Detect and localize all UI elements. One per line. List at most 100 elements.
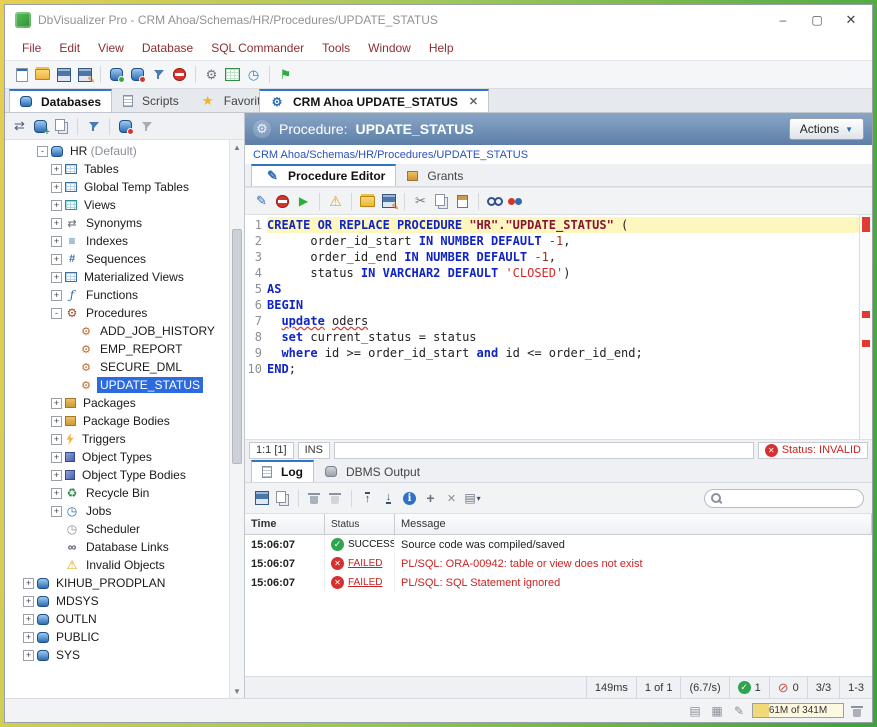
column-header-status[interactable]: Status bbox=[325, 514, 395, 534]
error-overview-strip[interactable] bbox=[859, 215, 872, 439]
cut-icon[interactable] bbox=[411, 192, 430, 211]
expand-toggle[interactable]: + bbox=[51, 470, 62, 481]
stop-icon[interactable] bbox=[170, 65, 189, 84]
tree-item-scheduler[interactable]: Scheduler bbox=[5, 520, 229, 538]
export-icon[interactable] bbox=[252, 489, 271, 508]
delete-all-icon[interactable] bbox=[326, 489, 345, 508]
expand-toggle[interactable]: + bbox=[23, 596, 34, 607]
expand-toggle[interactable]: + bbox=[23, 650, 34, 661]
expand-toggle[interactable]: + bbox=[51, 236, 62, 247]
tree-item-invalid-objects[interactable]: Invalid Objects bbox=[5, 556, 229, 574]
error-mark[interactable] bbox=[862, 340, 870, 347]
log-table-header[interactable]: Time Status Message bbox=[245, 514, 872, 535]
menu-window[interactable]: Window bbox=[359, 37, 420, 59]
code-line-10[interactable]: 10END; bbox=[245, 361, 859, 377]
connections-icon[interactable] bbox=[12, 65, 31, 84]
expand-toggle[interactable]: + bbox=[23, 578, 34, 589]
schedule-icon[interactable] bbox=[244, 65, 263, 84]
alerts-icon[interactable] bbox=[326, 192, 345, 211]
scroll-down-icon[interactable]: ▼ bbox=[230, 684, 244, 698]
stop-icon[interactable] bbox=[273, 192, 292, 211]
tree-item-update-status[interactable]: UPDATE_STATUS bbox=[5, 376, 229, 394]
actions-button[interactable]: Actions bbox=[789, 118, 864, 140]
titlebar[interactable]: DbVisualizer Pro - CRM Ahoa/Schemas/HR/P… bbox=[5, 5, 872, 35]
expand-toggle[interactable]: + bbox=[23, 614, 34, 625]
maximize-button[interactable]: ▢ bbox=[800, 7, 834, 33]
code-line-9[interactable]: 9 where id >= order_id_start and id <= o… bbox=[245, 345, 859, 361]
tree-item-public[interactable]: +PUBLIC bbox=[5, 628, 229, 646]
tree-item-add-job-history[interactable]: ADD_JOB_HISTORY bbox=[5, 322, 229, 340]
breadcrumb[interactable]: CRM Ahoa/Schemas/HR/Procedures/UPDATE_ST… bbox=[245, 145, 872, 164]
log-search-box[interactable] bbox=[704, 489, 864, 508]
code-line-5[interactable]: 5AS bbox=[245, 281, 859, 297]
edit-mode-icon[interactable]: ✎ bbox=[730, 702, 748, 720]
delete-icon[interactable] bbox=[305, 489, 324, 508]
garbage-collect-icon[interactable] bbox=[848, 702, 866, 720]
save-icon[interactable] bbox=[54, 65, 73, 84]
folder-open-icon[interactable] bbox=[33, 65, 52, 84]
tree-item-mdsys[interactable]: +MDSYS bbox=[5, 592, 229, 610]
compare-icon[interactable] bbox=[506, 192, 525, 211]
copy-connection-icon[interactable] bbox=[52, 117, 71, 136]
close-tab-icon[interactable]: ✕ bbox=[469, 95, 478, 108]
close-icon[interactable] bbox=[442, 489, 461, 508]
collapse-toggle[interactable]: - bbox=[37, 146, 48, 157]
log-row-1[interactable]: 15:06:07SUCCESSSource code was compiled/… bbox=[245, 535, 872, 554]
menu-edit[interactable]: Edit bbox=[50, 37, 89, 59]
filter-icon[interactable] bbox=[149, 65, 168, 84]
grid-mode-icon[interactable]: ▦ bbox=[708, 702, 726, 720]
tree-item-database-links[interactable]: Database Links bbox=[5, 538, 229, 556]
tab-dbms-output[interactable]: DBMS Output bbox=[314, 460, 431, 482]
error-mark[interactable] bbox=[862, 311, 870, 318]
tree-item-kihub-prodplan[interactable]: +KIHUB_PRODPLAN bbox=[5, 574, 229, 592]
tab-databases[interactable]: Databases bbox=[9, 89, 112, 112]
grid-icon[interactable] bbox=[223, 65, 242, 84]
tab-grants[interactable]: Grants bbox=[396, 164, 474, 186]
tree-item-sys[interactable]: +SYS bbox=[5, 646, 229, 664]
expand-toggle[interactable]: + bbox=[51, 398, 62, 409]
tree-item-jobs[interactable]: +Jobs bbox=[5, 502, 229, 520]
collapse-toggle[interactable]: - bbox=[51, 308, 62, 319]
tree-item-functions[interactable]: +Functions bbox=[5, 286, 229, 304]
code-line-8[interactable]: 8 set current_status = status bbox=[245, 329, 859, 345]
tree-item-triggers[interactable]: +Triggers bbox=[5, 430, 229, 448]
save-as-icon[interactable] bbox=[379, 192, 398, 211]
insert-mode-indicator[interactable]: INS bbox=[298, 442, 330, 459]
expand-toggle[interactable]: + bbox=[23, 632, 34, 643]
tree-item-recycle-bin[interactable]: +Recycle Bin bbox=[5, 484, 229, 502]
save-as-icon[interactable] bbox=[75, 65, 94, 84]
tab-crm-ahoa-update-status[interactable]: CRM Ahoa UPDATE_STATUS ✕ bbox=[259, 89, 489, 112]
swap-icon[interactable] bbox=[10, 117, 29, 136]
copy-icon[interactable] bbox=[432, 192, 451, 211]
expand-toggle[interactable]: + bbox=[51, 164, 62, 175]
tree-item-sequences[interactable]: +Sequences bbox=[5, 250, 229, 268]
connect-icon[interactable] bbox=[107, 65, 126, 84]
tab-scripts[interactable]: Scripts bbox=[112, 89, 190, 112]
copy-icon[interactable] bbox=[273, 489, 292, 508]
code-line-7[interactable]: 7 update oders bbox=[245, 313, 859, 329]
scroll-bottom-icon[interactable] bbox=[379, 489, 398, 508]
execute-flag-icon[interactable] bbox=[276, 65, 295, 84]
tree-item-object-type-bodies[interactable]: +Object Type Bodies bbox=[5, 466, 229, 484]
expand-toggle[interactable]: + bbox=[51, 218, 62, 229]
disconnect-icon[interactable] bbox=[116, 117, 135, 136]
tree-item-materialized-views[interactable]: +Materialized Views bbox=[5, 268, 229, 286]
code-line-1[interactable]: 1CREATE OR REPLACE PROCEDURE "HR"."UPDAT… bbox=[245, 217, 859, 233]
tree-item-package-bodies[interactable]: +Package Bodies bbox=[5, 412, 229, 430]
disconnect-icon[interactable] bbox=[128, 65, 147, 84]
log-row-3[interactable]: 15:06:07FAILEDPL/SQL: SQL Statement igno… bbox=[245, 573, 872, 592]
column-header-time[interactable]: Time bbox=[245, 514, 325, 534]
execute-icon[interactable] bbox=[294, 192, 313, 211]
expand-toggle[interactable]: + bbox=[51, 506, 62, 517]
tree-item-secure-dml[interactable]: SECURE_DML bbox=[5, 358, 229, 376]
expand-toggle[interactable]: + bbox=[51, 290, 62, 301]
tree-item-outln[interactable]: +OUTLN bbox=[5, 610, 229, 628]
tree-scrollbar[interactable]: ▲ ▼ bbox=[229, 140, 244, 698]
paste-icon[interactable] bbox=[453, 192, 472, 211]
info-icon[interactable] bbox=[400, 489, 419, 508]
filter-icon[interactable] bbox=[84, 117, 103, 136]
log-filter-input[interactable] bbox=[726, 492, 868, 504]
column-header-message[interactable]: Message bbox=[395, 514, 872, 534]
expand-toggle[interactable]: + bbox=[51, 488, 62, 499]
tree-item-synonyms[interactable]: +Synonyms bbox=[5, 214, 229, 232]
